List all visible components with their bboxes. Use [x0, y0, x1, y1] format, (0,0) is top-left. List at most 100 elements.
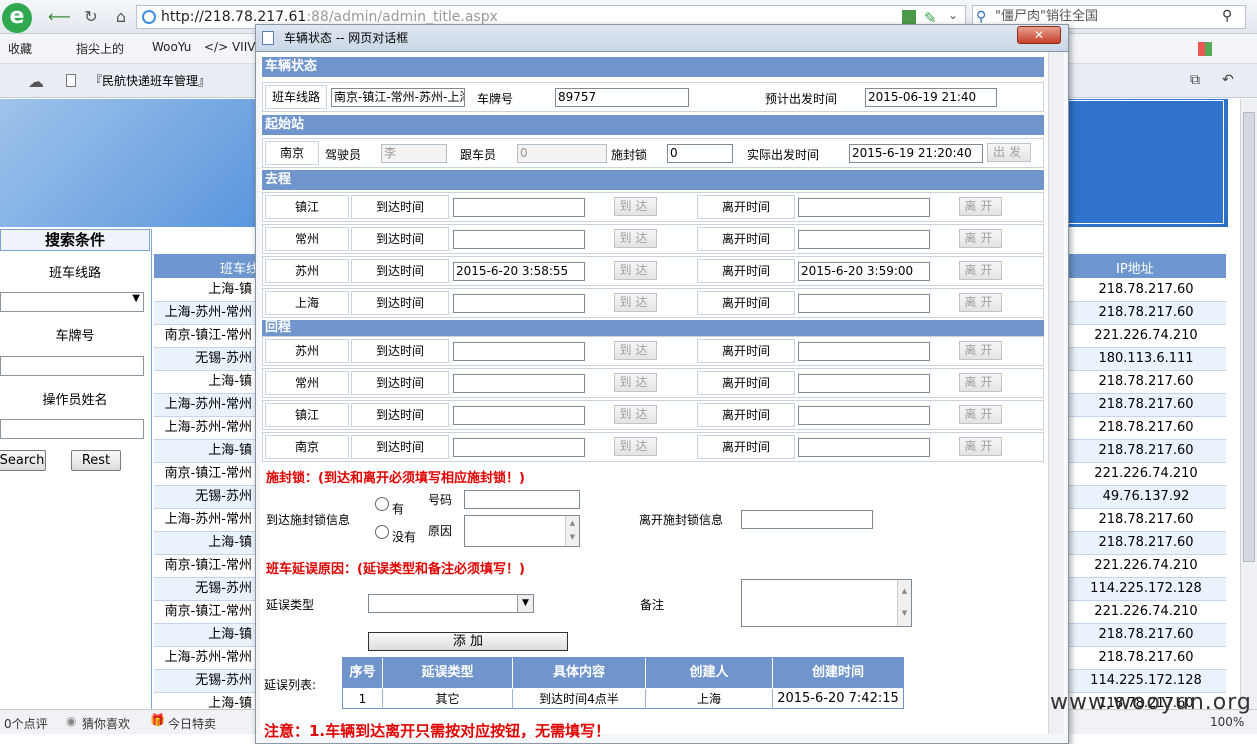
tab-active[interactable]: 『民航快递班车管理』: [90, 68, 210, 94]
arrive-button[interactable]: 到达: [614, 405, 657, 424]
leave-time-field[interactable]: [798, 294, 930, 313]
leave-button[interactable]: 离开: [959, 373, 1002, 392]
leave-time-field[interactable]: [798, 374, 930, 393]
leave-button[interactable]: 离开: [959, 293, 1002, 312]
reason-scroll-icon[interactable]: ▲ ▼: [565, 516, 579, 546]
dialog-scrollbar[interactable]: [1048, 52, 1064, 734]
back-icon[interactable]: ⟵: [48, 6, 71, 28]
stop-name-cell: 常州: [265, 371, 349, 395]
arrive-button[interactable]: 到达: [614, 341, 657, 360]
escort-label: 跟车员: [460, 148, 497, 162]
arrive-button[interactable]: 到达: [614, 229, 657, 248]
fav-fingertip[interactable]: 指尖上的: [76, 40, 124, 57]
remark-scroll-icon[interactable]: ▲ ▼: [897, 580, 911, 626]
arrive-time-field[interactable]: [453, 294, 585, 313]
reset-button[interactable]: Rest: [71, 450, 121, 471]
arrive-time-field[interactable]: [453, 438, 585, 457]
seal-reason-field[interactable]: ▲ ▼: [464, 515, 580, 547]
actual-time-field[interactable]: 2015-6-19 21:20:40: [849, 144, 983, 163]
leave-time-field[interactable]: [798, 198, 930, 217]
leave-button[interactable]: 离开: [959, 341, 1002, 360]
stop-name-cell: 常州: [265, 227, 349, 251]
apps-icon[interactable]: [1198, 42, 1212, 56]
refresh-icon[interactable]: ↻: [80, 6, 102, 28]
home-icon[interactable]: ⌂: [110, 6, 132, 28]
dropdown-icon[interactable]: ⌄: [948, 8, 958, 22]
leave-label-cell: 离开时间: [697, 339, 795, 363]
dialog-close-button[interactable]: ✕: [1017, 26, 1061, 44]
radio-yes[interactable]: [375, 497, 389, 511]
arrive-button[interactable]: 到达: [614, 261, 657, 280]
leave-button[interactable]: 离开: [959, 229, 1002, 248]
arrive-time-field[interactable]: [453, 374, 585, 393]
bg-cell-route: 上海-苏州-常州: [164, 512, 252, 527]
arrive-button[interactable]: 到达: [614, 197, 657, 216]
fav-viiv[interactable]: </> VIIV: [204, 40, 255, 54]
radio-no[interactable]: [375, 525, 389, 539]
bg-cell-ip: 221.226.74.210: [1094, 466, 1198, 481]
fav-collect[interactable]: 收藏: [8, 40, 32, 57]
seal-label: 施封锁: [611, 148, 648, 162]
bg-cell-route: 上海-镇: [208, 374, 252, 389]
delay-type-select[interactable]: ▼: [368, 594, 534, 613]
leave-button[interactable]: 离开: [959, 405, 1002, 424]
leave-button[interactable]: 离开: [959, 197, 1002, 216]
leave-button[interactable]: 离开: [959, 437, 1002, 456]
status-guess[interactable]: 猜你喜欢: [82, 715, 130, 732]
section-outbound: 去程: [262, 170, 1044, 190]
leave-time-field[interactable]: [798, 406, 930, 425]
planned-time-field[interactable]: 2015-06-19 21:40: [865, 88, 997, 107]
seal-leave-field[interactable]: [741, 510, 873, 529]
operator-label: 操作员姓名: [42, 393, 108, 408]
leave-time-field[interactable]: [798, 438, 930, 457]
route-select[interactable]: ▼: [0, 292, 144, 312]
leave-button[interactable]: 离开: [959, 261, 1002, 280]
operator-input[interactable]: [0, 419, 144, 439]
fav-wooyun[interactable]: WooYu: [152, 40, 191, 54]
plate-input[interactable]: [0, 356, 144, 376]
arrive-time-field[interactable]: [453, 230, 585, 249]
arrive-button[interactable]: 到达: [614, 293, 657, 312]
page-scrollbar-thumb[interactable]: [1243, 112, 1255, 562]
arrive-time-field[interactable]: [453, 406, 585, 425]
search-button[interactable]: Search: [0, 450, 46, 471]
stop-row: 苏州 到达时间 2015-6-20 3:58:55 到达 离开时间 2015-6-20 3…: [262, 256, 1044, 286]
search-go-icon[interactable]: ⚲: [1222, 8, 1232, 24]
driver-field[interactable]: 李: [381, 144, 447, 163]
arrive-button[interactable]: 到达: [614, 373, 657, 392]
route-label: 班车线路: [48, 266, 101, 281]
qr-icon[interactable]: [902, 10, 916, 24]
depart-button[interactable]: 出发: [987, 143, 1031, 162]
status-comments[interactable]: 0个点评: [4, 715, 48, 732]
stop-name: 常州: [294, 232, 319, 246]
seal-number-field[interactable]: [464, 490, 580, 509]
leave-time-field[interactable]: [798, 230, 930, 249]
arrive-time-field[interactable]: [453, 198, 585, 217]
status-zoom[interactable]: 100%: [1210, 715, 1244, 729]
route-field[interactable]: 南京-镇江-常州-苏州-上海: [331, 88, 465, 107]
bg-cell-ip: 221.226.74.210: [1094, 328, 1198, 343]
search-icon[interactable]: ⚲: [976, 9, 986, 25]
arrive-label-cell: 到达时间: [351, 259, 449, 283]
stop-name-cell: 镇江: [265, 403, 349, 427]
leave-time-field[interactable]: 2015-6-20 3:59:00: [798, 262, 930, 281]
arrive-time-field[interactable]: 2015-6-20 3:58:55: [453, 262, 585, 281]
stop-row: 常州 到达时间 到达 离开时间 离开: [262, 224, 1044, 254]
status-sale[interactable]: 今日特卖: [168, 715, 216, 732]
cloud-icon[interactable]: ☁: [28, 72, 44, 91]
escort-field[interactable]: 0: [517, 144, 607, 163]
undo-icon[interactable]: ↶: [1222, 72, 1234, 88]
seal-field[interactable]: 0: [667, 144, 733, 163]
add-delay-button[interactable]: 添 加: [368, 632, 568, 651]
remark-field[interactable]: ▲ ▼: [741, 579, 912, 627]
stop-row: 常州 到达时间 到达 离开时间 离开: [262, 368, 1044, 398]
delay-cell-content: 到达时间4点半: [513, 689, 646, 709]
leave-time-field[interactable]: [798, 342, 930, 361]
plate-field[interactable]: 89757: [555, 88, 689, 107]
arrive-time-field[interactable]: [453, 342, 585, 361]
dialog-titlebar[interactable]: 车辆状态 -- 网页对话框: [255, 24, 1069, 52]
arrive-button[interactable]: 到达: [614, 437, 657, 456]
compat-icon[interactable]: ✎: [924, 9, 940, 27]
restore-icon[interactable]: ⧉: [1190, 72, 1200, 88]
page-icon: [66, 74, 76, 87]
